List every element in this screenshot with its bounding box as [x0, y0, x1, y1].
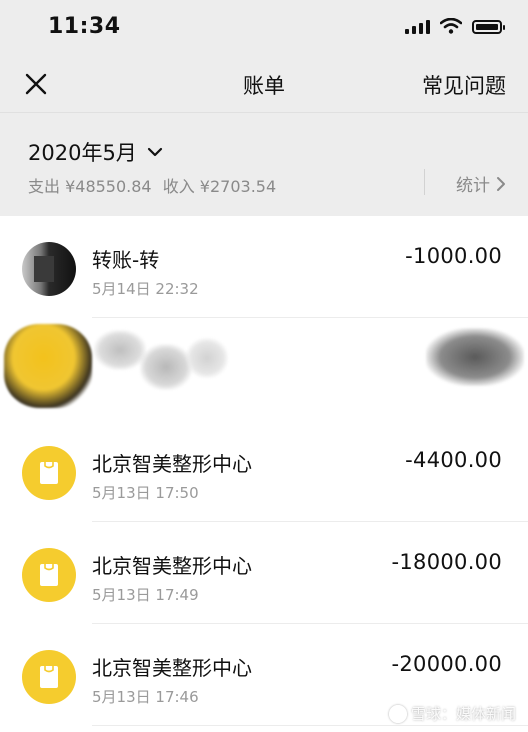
month-label: 2020年5月 [28, 141, 137, 165]
faq-link[interactable]: 常见问题 [422, 70, 506, 100]
transaction-list: 转账-转 5月14日 22:32 -1000.00 北京智美整形中心 5月13日… [0, 216, 528, 726]
shopping-bag-icon [40, 666, 58, 688]
month-summary: 2020年5月 支出 ¥48550.84 收入 ¥2703.54 统计 [0, 112, 528, 216]
wifi-icon [440, 18, 462, 34]
stats-link[interactable]: 统计 [456, 171, 506, 196]
battery-icon [472, 20, 505, 34]
status-time: 11:34 [48, 14, 121, 39]
redaction-blob [140, 344, 192, 390]
month-totals: 支出 ¥48550.84 收入 ¥2703.54 [28, 173, 276, 197]
transaction-title: 转账-转 [92, 248, 160, 272]
avatar [22, 548, 76, 602]
month-selector[interactable]: 2020年5月 [28, 137, 163, 167]
chevron-down-icon [147, 147, 162, 157]
redacted-transaction-row [0, 318, 528, 420]
transaction-time: 5月14日 22:32 [92, 280, 199, 298]
watermark-text: 雪球：媒体新闻 [410, 705, 516, 723]
transaction-amount: -18000.00 [391, 550, 502, 574]
transaction-title: 北京智美整形中心 [92, 554, 252, 578]
transaction-title: 北京智美整形中心 [92, 656, 252, 680]
redaction-blob [4, 324, 92, 408]
stats-label: 统计 [456, 176, 490, 196]
avatar [22, 446, 76, 500]
redaction-blob [94, 330, 146, 370]
transaction-row[interactable]: 北京智美整形中心 5月13日 17:50 -4400.00 [0, 420, 528, 522]
transaction-row[interactable]: 北京智美整形中心 5月13日 17:49 -18000.00 [0, 522, 528, 624]
snowball-logo-icon [388, 704, 407, 723]
income-total: 收入 ¥2703.54 [162, 177, 277, 196]
transaction-row[interactable]: 转账-转 5月14日 22:32 -1000.00 [0, 216, 528, 318]
status-icons [405, 18, 505, 34]
transaction-amount: -1000.00 [405, 244, 502, 268]
transaction-time: 5月13日 17:50 [92, 484, 199, 502]
expense-total: 支出 ¥48550.84 [28, 177, 152, 196]
transaction-title: 北京智美整形中心 [92, 452, 252, 476]
redaction-blob [426, 328, 524, 386]
shopping-bag-icon [40, 462, 58, 484]
nav-bar: 账单 常见问题 [0, 56, 528, 112]
transaction-time: 5月13日 17:46 [92, 688, 199, 706]
transaction-amount: -4400.00 [405, 448, 502, 472]
watermark: 雪球：媒体新闻 [388, 703, 516, 724]
divider [424, 169, 425, 195]
status-bar: 11:34 [0, 0, 528, 56]
transaction-time: 5月13日 17:49 [92, 586, 199, 604]
avatar [22, 650, 76, 704]
redaction-blob [186, 338, 228, 378]
cellular-signal-icon [405, 18, 430, 34]
transaction-amount: -20000.00 [391, 652, 502, 676]
shopping-bag-icon [40, 564, 58, 586]
chevron-right-icon [497, 176, 505, 191]
avatar [22, 242, 76, 296]
